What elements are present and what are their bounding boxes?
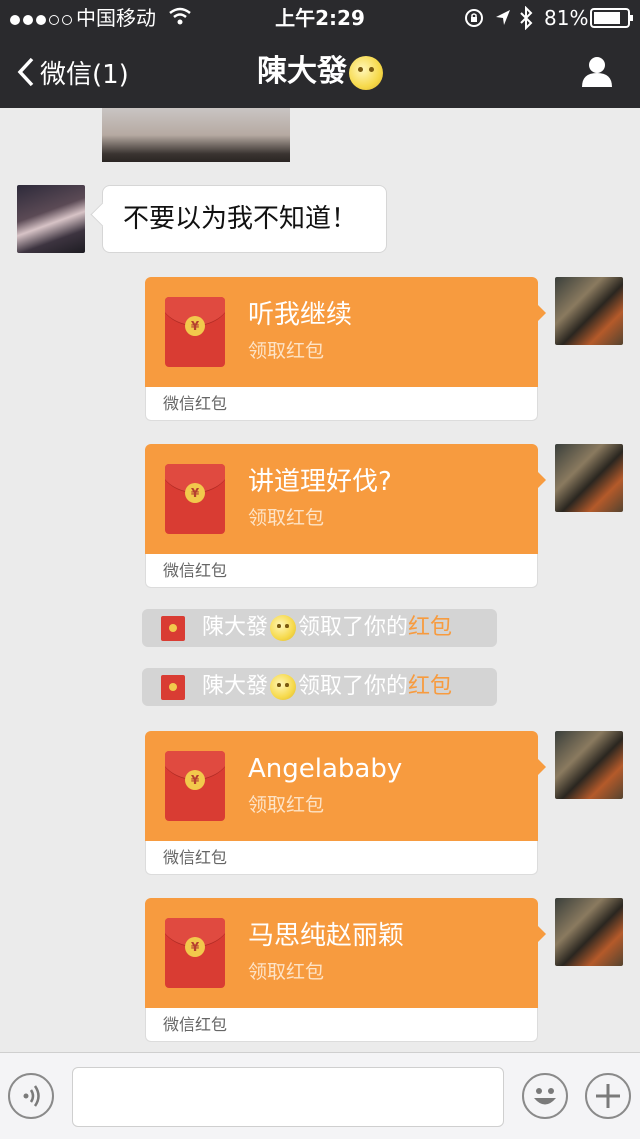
- notice-name: 陳大發: [202, 615, 269, 640]
- system-notice: 陳大發 领取了你的红包: [142, 609, 497, 647]
- my-avatar[interactable]: [555, 444, 623, 512]
- location-icon: [494, 8, 512, 32]
- my-avatar[interactable]: [555, 898, 623, 966]
- photo-message[interactable]: [102, 108, 290, 162]
- voice-icon: [23, 1085, 40, 1107]
- red-packet-message[interactable]: ¥ 马思纯赵丽颖 领取红包 微信红包: [145, 898, 546, 1042]
- moon-face-emoji-icon: [349, 55, 383, 90]
- voice-toggle-button[interactable]: [8, 1073, 54, 1119]
- text-message-bubble[interactable]: 不要以为我不知道！: [90, 185, 387, 253]
- contact-avatar[interactable]: [17, 185, 85, 253]
- notice-text: 领取了你的: [298, 674, 409, 699]
- red-packet-link[interactable]: 红包: [408, 615, 452, 640]
- orientation-lock-icon: [464, 8, 484, 32]
- red-packet-title: Angelababy: [248, 754, 403, 784]
- red-envelope-icon: ¥: [165, 464, 225, 534]
- red-envelope-icon: ¥: [165, 751, 225, 821]
- chat-title: 陳大發: [0, 52, 640, 92]
- red-packet-label: 微信红包: [163, 1015, 228, 1034]
- red-packet-label: 微信红包: [163, 394, 228, 413]
- person-icon: [582, 57, 612, 87]
- red-packet-title: 马思纯赵丽颖: [248, 921, 405, 951]
- red-packet-subtitle: 领取红包: [248, 794, 325, 816]
- red-packet-message[interactable]: ¥ Angelababy 领取红包 微信红包: [145, 731, 546, 875]
- red-envelope-icon: ¥: [165, 918, 225, 988]
- contact-profile-button[interactable]: [580, 54, 614, 92]
- notice-text: 领取了你的: [298, 615, 409, 640]
- red-envelope-icon: [161, 675, 185, 700]
- battery-percent: 81%: [544, 6, 589, 30]
- emoji-button[interactable]: [522, 1073, 568, 1119]
- red-packet-label: 微信红包: [163, 848, 228, 867]
- smiley-icon: [534, 1088, 556, 1105]
- red-packet-title: 听我继续: [248, 300, 353, 330]
- message-input[interactable]: [72, 1067, 504, 1127]
- more-button[interactable]: [585, 1073, 631, 1119]
- red-packet-label: 微信红包: [163, 561, 228, 580]
- bluetooth-icon: [519, 5, 533, 34]
- red-packet-link[interactable]: 红包: [408, 674, 452, 699]
- header: 中国移动 上午2:29 81% 微信(1) 陳大發: [0, 0, 640, 108]
- my-avatar[interactable]: [555, 731, 623, 799]
- red-packet-message[interactable]: ¥ 讲道理好伐? 领取红包 微信红包: [145, 444, 546, 588]
- red-packet-subtitle: 领取红包: [248, 507, 325, 529]
- red-envelope-icon: ¥: [165, 297, 225, 367]
- text-message: 不要以为我不知道！: [123, 204, 358, 234]
- chat-title-text: 陳大發: [257, 54, 347, 89]
- red-packet-message[interactable]: ¥ 听我继续 领取红包 微信红包: [145, 277, 546, 421]
- moon-face-emoji-icon: [270, 674, 297, 700]
- red-packet-subtitle: 领取红包: [248, 961, 325, 983]
- red-packet-title: 讲道理好伐?: [248, 467, 392, 497]
- my-avatar[interactable]: [555, 277, 623, 345]
- notice-name: 陳大發: [202, 674, 269, 699]
- moon-face-emoji-icon: [270, 615, 297, 641]
- plus-icon: [596, 1084, 620, 1108]
- input-bar: [0, 1052, 640, 1139]
- system-notice: 陳大發 领取了你的红包: [142, 668, 497, 706]
- red-packet-subtitle: 领取红包: [248, 340, 325, 362]
- red-envelope-icon: [161, 616, 185, 641]
- battery-icon: [590, 8, 634, 32]
